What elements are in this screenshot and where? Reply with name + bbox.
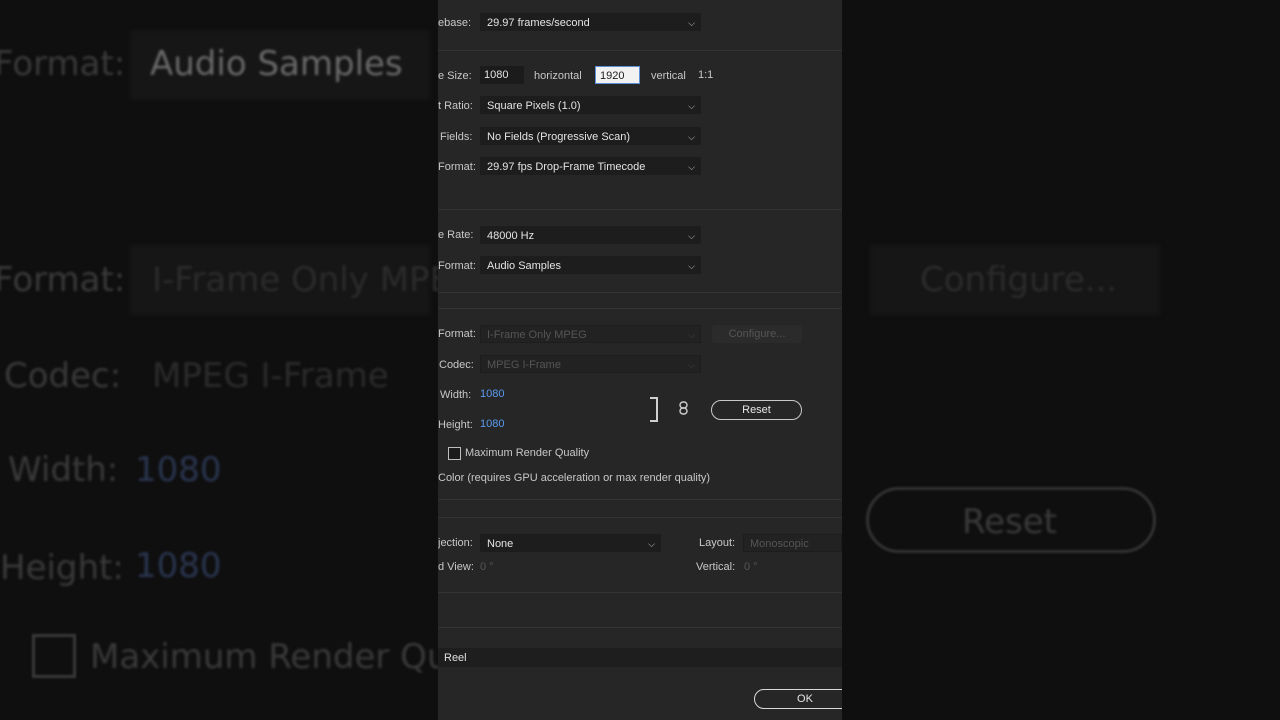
divider [438,517,842,518]
fields-label: Fields: [440,131,473,143]
bg-codec-value: MPEG I-Frame [152,356,389,396]
max-render-quality-label: Maximum Render Quality [465,447,590,459]
divider [438,209,842,210]
captured-view-value: 0 ° [480,561,494,573]
bg-audio-format-label: Format: [0,44,126,84]
bg-width-label: Width: [8,450,119,490]
frame-width-input[interactable]: 1080 [480,66,524,84]
audio-display-format-value: Audio Samples [487,260,561,272]
preview-format-value: I-Frame Only MPEG [487,329,587,341]
bg-height-label: Height: [0,548,124,588]
sequence-settings-dialog: ebase: 29.97 frames/second ⌵ e Size: 108… [438,0,842,720]
sample-rate-value: 48000 Hz [487,230,535,242]
pixel-aspect-label: t Ratio: [438,100,473,112]
bg-audio-format-value: Audio Samples [150,44,403,84]
chevron-down-icon: ⌵ [688,231,695,241]
fields-dropdown[interactable]: No Fields (Progressive Scan) ⌵ [480,127,701,145]
chevron-down-icon: ⌵ [688,132,695,142]
sample-rate-dropdown[interactable]: 48000 Hz ⌵ [480,226,701,244]
layout-value: Monoscopic [750,538,809,550]
bg-configure-label: Configure... [920,260,1118,300]
chevron-down-icon: ⌵ [688,330,695,340]
preview-height-value[interactable]: 1080 [480,418,504,430]
configure-button[interactable]: Configure... [712,325,802,343]
reset-button[interactable]: Reset [711,400,802,420]
bg-codec-label: Codec: [4,356,122,396]
audio-display-format-label: Format: [438,260,476,272]
frame-size-label: e Size: [438,70,472,82]
divider [438,499,842,500]
reel-label: Reel [444,652,467,664]
divider [438,592,842,593]
frame-height-input[interactable]: 1920 [595,66,640,84]
layout-dropdown[interactable]: Monoscopic [743,534,842,552]
timebase-dropdown[interactable]: 29.97 frames/second ⌵ [480,13,701,31]
bg-width-value: 1080 [135,450,222,490]
preview-codec-label: Codec: [439,359,474,371]
divider [438,627,842,628]
pixel-aspect-value: Square Pixels (1.0) [487,100,581,112]
sample-rate-label: e Rate: [438,229,474,241]
display-format-value: 29.97 fps Drop-Frame Timecode [487,161,646,173]
chevron-down-icon: ⌵ [648,539,655,549]
preview-width-label: Width: [440,389,472,401]
projection-label: jection: [438,537,473,549]
preview-codec-value: MPEG I-Frame [487,359,561,371]
vertical-view-label: Vertical: [696,561,736,573]
preview-codec-dropdown[interactable]: MPEG I-Frame ⌵ [480,355,701,373]
divider [438,292,842,293]
bg-video-format-label: Format: [0,260,126,300]
audio-display-format-dropdown[interactable]: Audio Samples ⌵ [480,256,701,274]
chevron-down-icon: ⌵ [688,101,695,111]
link-chain-icon[interactable] [679,401,688,415]
horizontal-label: horizontal [534,70,582,82]
timebase-value: 29.97 frames/second [487,17,590,29]
max-render-quality-checkbox[interactable] [448,447,461,460]
divider [438,50,842,51]
bg-video-format-value: I-Frame Only MPEG [152,260,478,300]
display-format-label: Format: [438,161,476,173]
display-format-dropdown[interactable]: 29.97 fps Drop-Frame Timecode ⌵ [480,157,701,175]
bg-checkbox [32,634,76,678]
vertical-label: vertical [651,70,686,82]
pixel-aspect-dropdown[interactable]: Square Pixels (1.0) ⌵ [480,96,701,114]
preview-height-label: Height: [438,419,473,431]
bg-height-value: 1080 [135,546,222,586]
timebase-label: ebase: [438,17,472,29]
vertical-view-value: 0 ° [744,561,758,573]
layout-label: Layout: [699,537,736,549]
bg-reset-label: Reset [962,502,1057,542]
chevron-down-icon: ⌵ [688,261,695,271]
bg-max-quality-label: Maximum Render Qua [90,637,470,677]
aspect-ratio-readout: 1:1 [698,69,714,81]
ok-button[interactable]: OK [754,689,842,709]
chevron-down-icon: ⌵ [688,162,695,172]
color-note: Color (requires GPU acceleration or max … [438,472,711,484]
preview-format-label: Format: [438,328,476,340]
chevron-down-icon: ⌵ [688,360,695,370]
reel-row [438,648,842,667]
chevron-down-icon: ⌵ [688,18,695,28]
preview-format-dropdown[interactable]: I-Frame Only MPEG ⌵ [480,325,701,343]
preview-width-value[interactable]: 1080 [480,388,504,400]
link-bracket [650,397,658,422]
projection-value: None [487,538,514,550]
divider [438,308,842,309]
captured-view-label: d View: [438,561,474,573]
fields-value: No Fields (Progressive Scan) [487,131,631,143]
projection-dropdown[interactable]: None ⌵ [480,534,661,552]
